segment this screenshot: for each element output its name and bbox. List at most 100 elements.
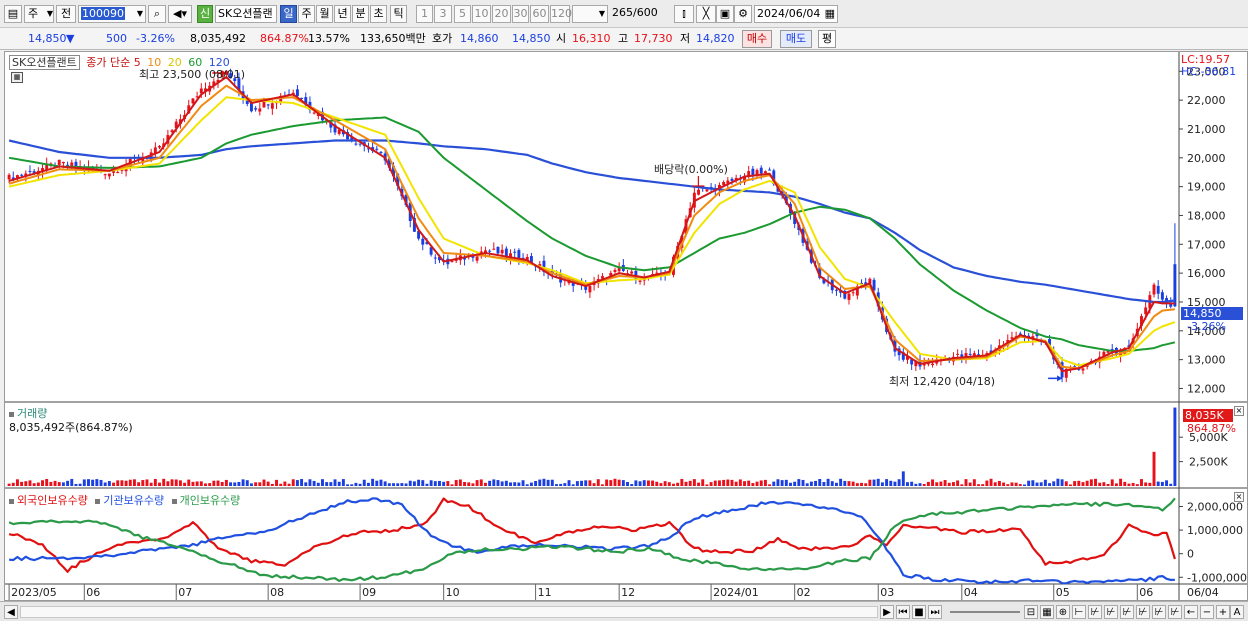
volume-bar [939,481,943,486]
volume-bar [41,480,44,486]
save-icon[interactable]: ▣ [716,5,734,23]
volume-bar [529,482,533,486]
collapse-icon[interactable] [171,498,177,504]
interval-5-button[interactable]: 5 [454,5,471,23]
interval-1-button[interactable]: 1 [416,5,433,23]
ma-line-ma60 [8,116,1176,352]
volume-bar [488,480,492,486]
tool-5-icon[interactable]: ⊬ [1136,605,1150,619]
volume-bar [893,481,897,486]
count-input[interactable]: 265/600 [612,5,668,23]
volume-bar [91,479,95,486]
period-2-button[interactable]: 주 [298,5,315,23]
volume-bar [809,481,813,486]
volume-bar [705,484,709,486]
volume-bar [49,481,53,486]
volume-bar [383,481,387,486]
period-4-button[interactable]: 년 [334,5,351,23]
chart-menu-icon[interactable]: ▤ [4,5,22,23]
interval-input[interactable]: ▼ [572,5,608,23]
candle-icon[interactable]: ⫾ [674,5,694,23]
tool-6-icon[interactable]: ⊬ [1152,605,1166,619]
period-7-button[interactable]: 틱 [390,5,407,23]
y-tick-label: 16,000 [1187,267,1226,280]
holdings-tick-label: 1,000,000 [1187,524,1243,537]
scroll-less-icon[interactable]: ← [1184,605,1198,619]
volume-bar [768,484,772,486]
volume-bar [1023,484,1026,486]
volume-bar [596,479,600,486]
interval-10-button[interactable]: 10 [472,5,491,23]
scroll-track[interactable] [20,606,878,618]
chevron-down-icon: ▼ [598,9,605,18]
zoom-fit-icon[interactable]: ⊟ [1024,605,1038,619]
speed-slider[interactable] [950,611,1020,613]
volume-bar [830,481,834,486]
period-5-button[interactable]: 분 [352,5,369,23]
volume-bar [1106,483,1110,486]
range-select[interactable]: 전 [56,5,76,23]
interval-30-button[interactable]: 30 [512,5,529,23]
speaker-icon[interactable]: ◀▾ [168,5,192,23]
period-6-button[interactable]: 초 [370,5,387,23]
interval-120-button[interactable]: 120 [550,5,572,23]
volume-bar [87,479,90,486]
chart-scrollbar[interactable]: ◀ ▶ ⏮ ■ ⏭ ⊟ ▦ ⊕ ⊢ ⊬ ⊬ ⊬ ⊬ ⊬ ⊬ ← − + A [0,601,1248,621]
gear-icon[interactable]: ⚙ [734,5,752,23]
volume-bar [534,480,538,486]
stop-icon[interactable]: ■ [912,605,926,619]
add-icon[interactable]: + [1216,605,1230,619]
search-icon[interactable]: ⌕ [148,5,166,23]
tool-3-icon[interactable]: ⊬ [1104,605,1118,619]
volume-bar [559,483,563,486]
crosshair-icon[interactable]: ╳ [696,5,716,23]
type-select[interactable]: 주 ▼ [24,5,54,23]
x-tick-label: 09 [362,586,376,599]
volume-bar [153,478,157,486]
volume-bar [275,479,278,486]
buy-button[interactable]: 매수 [742,30,772,48]
volume-close-icon[interactable]: × [1234,406,1244,416]
volume-bar [504,480,508,486]
volume-bar [1127,483,1131,486]
period-3-button[interactable]: 월 [316,5,333,23]
sell-button[interactable]: 매도 [780,30,812,48]
last-page-icon[interactable]: ⏭ [928,605,942,619]
x-tick-label: 2024/01 [713,586,759,599]
zoom-in-icon[interactable]: ⊕ [1056,605,1070,619]
table-icon[interactable]: ▦ [1040,605,1054,619]
candle-body [379,151,383,154]
volume-bar [354,482,358,486]
tool-7-icon[interactable]: ⊬ [1168,605,1182,619]
collapse-icon[interactable] [9,411,14,417]
interval-60-button[interactable]: 60 [530,5,549,23]
scroll-right-icon[interactable]: ▶ [880,605,894,619]
volume-bar [634,480,638,486]
first-page-icon[interactable]: ⏮ [896,605,910,619]
volume-bar [425,483,429,486]
period-1-button[interactable]: 일 [280,5,297,23]
volume-bar [1140,479,1143,486]
volume-bar [421,480,425,486]
font-size-icon[interactable]: A [1230,605,1244,619]
x-tick-label: 2023/05 [11,586,57,599]
tool-1-icon[interactable]: ⊢ [1072,605,1086,619]
volume-bar [860,482,863,486]
date-input[interactable]: 2024/06/04 ▦ [754,5,838,23]
candle-body [1160,292,1164,300]
chart-canvas[interactable]: 23,00022,00021,00020,00019,00018,00017,0… [5,52,1247,600]
stock-code-input[interactable]: 100090 ▼ [78,5,146,23]
eval-button[interactable]: 평 [818,30,836,48]
scroll-left-icon[interactable]: ◀ [4,605,18,619]
chart-area[interactable]: 23,000 22,000 21,000 20,000 19,000 18,000 17,0… [4,51,1248,601]
volume-bar [663,481,667,486]
interval-20-button[interactable]: 20 [492,5,511,23]
interval-3-button[interactable]: 3 [434,5,452,23]
grid-toggle-icon[interactable]: ▦ [11,72,23,83]
tool-4-icon[interactable]: ⊬ [1120,605,1134,619]
collapse-icon[interactable] [95,498,101,504]
collapse-icon[interactable] [9,498,14,504]
holdings-close-icon[interactable]: × [1234,492,1244,502]
zoom-out-icon[interactable]: − [1200,605,1214,619]
tool-2-icon[interactable]: ⊬ [1088,605,1102,619]
